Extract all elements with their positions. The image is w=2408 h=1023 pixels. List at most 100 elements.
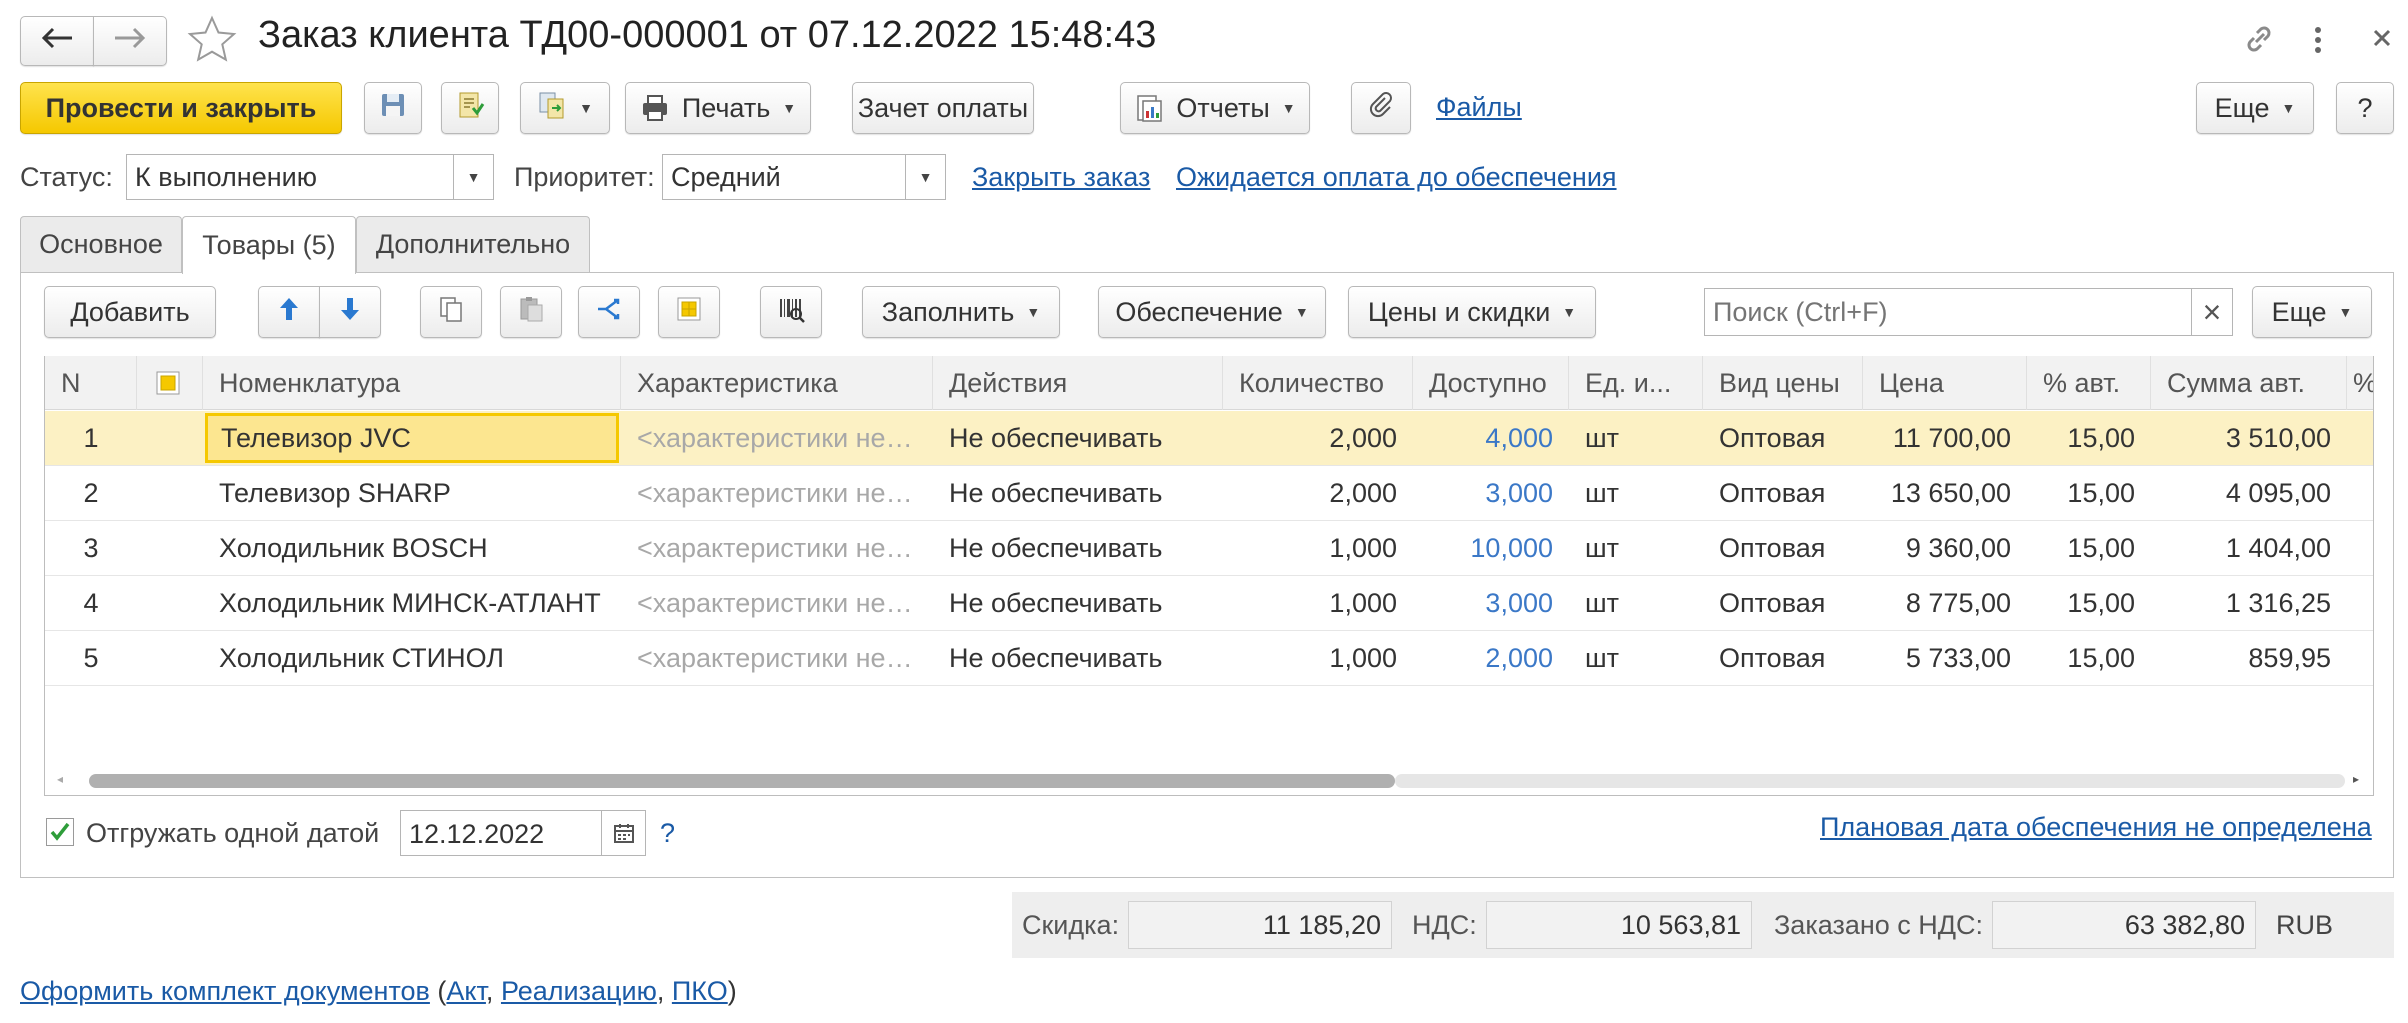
cell-auto-sum[interactable]: 1 316,25 <box>2151 576 2347 630</box>
col-n[interactable]: N <box>45 356 137 410</box>
priority-select[interactable]: Средний ▼ <box>662 154 946 200</box>
prices-discounts-button[interactable]: Цены и скидки ▼ <box>1348 286 1596 338</box>
save-button[interactable] <box>364 82 422 134</box>
cell-quantity[interactable]: 2,000 <box>1223 466 1413 520</box>
cell-characteristic[interactable]: <характеристики не используются> <box>621 466 933 520</box>
cell-available[interactable]: 4,000 <box>1413 411 1569 465</box>
cell-auto-pct[interactable]: 15,00 <box>2027 576 2151 630</box>
payment-offset-button[interactable]: Зачет оплаты <box>852 82 1034 134</box>
cell-icon[interactable] <box>137 411 203 465</box>
scrollbar-thumb[interactable] <box>89 774 1395 788</box>
cell-price-type[interactable]: Оптовая <box>1703 576 1863 630</box>
move-up-button[interactable] <box>258 286 320 338</box>
col-action[interactable]: Действия <box>933 356 1223 410</box>
cell-unit[interactable]: шт <box>1569 576 1703 630</box>
cell-action[interactable]: Не обеспечивать <box>933 466 1223 520</box>
ship-date-field[interactable]: 12.12.2022 <box>400 810 646 856</box>
cell-quantity[interactable]: 1,000 <box>1223 521 1413 575</box>
chevron-down-icon[interactable]: ▼ <box>453 155 493 199</box>
cell-price[interactable]: 8 775,00 <box>1863 576 2027 630</box>
cell-icon[interactable] <box>137 521 203 575</box>
cell-n[interactable]: 1 <box>45 411 137 465</box>
col-characteristic[interactable]: Характеристика <box>621 356 933 410</box>
cell-icon[interactable] <box>137 466 203 520</box>
cell-action[interactable]: Не обеспечивать <box>933 631 1223 685</box>
cell-available[interactable]: 10,000 <box>1413 521 1569 575</box>
goods-more-button[interactable]: Еще ▼ <box>2252 286 2372 338</box>
cell-n[interactable]: 4 <box>45 576 137 630</box>
chevron-down-icon[interactable]: ▼ <box>905 155 945 199</box>
provision-button[interactable]: Обеспечение ▼ <box>1098 286 1326 338</box>
menu-dots-icon[interactable] <box>2308 20 2328 60</box>
cell-characteristic[interactable]: <характеристики не используются> <box>621 521 933 575</box>
table-row[interactable]: 2 Телевизор SHARP<характеристики не испол… <box>45 466 2373 521</box>
cell-price[interactable]: 9 360,00 <box>1863 521 2027 575</box>
tab-main[interactable]: Основное <box>20 216 182 272</box>
cell-price-type[interactable]: Оптовая <box>1703 521 1863 575</box>
col-icon[interactable] <box>137 356 203 410</box>
cell-characteristic[interactable]: <характеристики не используются> <box>621 576 933 630</box>
make-document-set-link[interactable]: Оформить комплект документов <box>20 976 430 1006</box>
post-and-close-button[interactable]: Провести и закрыть <box>20 82 342 134</box>
cell-unit[interactable]: шт <box>1569 521 1703 575</box>
cell-auto-sum[interactable]: 1 404,00 <box>2151 521 2347 575</box>
scroll-left-icon[interactable]: ◂ <box>57 772 63 786</box>
cell-item[interactable]: Телевизор SHARP <box>203 466 621 520</box>
cell-characteristic[interactable]: <характеристики не используются> <box>621 631 933 685</box>
cell-characteristic[interactable]: <характеристики не используются> <box>621 411 933 465</box>
create-based-on-button[interactable]: ▼ <box>520 82 610 134</box>
cell-unit[interactable]: шт <box>1569 411 1703 465</box>
barcode-scan-button[interactable] <box>760 286 822 338</box>
ship-one-date-checkbox[interactable] <box>46 818 74 846</box>
awaiting-payment-link[interactable]: Ожидается оплата до обеспечения <box>1176 162 1617 193</box>
add-button[interactable]: Добавить <box>44 286 216 338</box>
table-row[interactable]: 5 Холодильник СТИНОЛ <характеристики не ис… <box>45 631 2373 686</box>
ship-help-link[interactable]: ? <box>660 818 675 849</box>
cell-item[interactable]: Холодильник МИНСК-АТЛАНТ <box>203 576 621 630</box>
cell-n[interactable]: 5 <box>45 631 137 685</box>
table-row[interactable]: 4 Холодильник МИНСК-АТЛАНТ <характеристики… <box>45 576 2373 631</box>
cell-quantity[interactable]: 1,000 <box>1223 631 1413 685</box>
search-clear-button[interactable]: × <box>2191 288 2233 336</box>
col-price[interactable]: Цена <box>1863 356 2027 410</box>
cell-price-type[interactable]: Оптовая <box>1703 411 1863 465</box>
link-icon[interactable] <box>2240 20 2278 58</box>
cell-price[interactable]: 5 733,00 <box>1863 631 2027 685</box>
close-icon[interactable] <box>2366 22 2398 54</box>
fill-cells-button[interactable] <box>658 286 720 338</box>
cell-price-type[interactable]: Оптовая <box>1703 631 1863 685</box>
back-button[interactable] <box>20 16 94 66</box>
cell-auto-sum[interactable]: 859,95 <box>2151 631 2347 685</box>
cell-available[interactable]: 2,000 <box>1413 631 1569 685</box>
act-link[interactable]: Акт <box>446 976 486 1006</box>
help-button[interactable]: ? <box>2336 82 2394 134</box>
cell-available[interactable]: 3,000 <box>1413 466 1569 520</box>
forward-button[interactable] <box>93 16 167 66</box>
calendar-icon[interactable] <box>601 811 645 855</box>
col-auto-sum[interactable]: Сумма авт. <box>2151 356 2347 410</box>
col-auto-pct[interactable]: % авт. <box>2027 356 2151 410</box>
cell-auto-pct[interactable]: 15,00 <box>2027 631 2151 685</box>
reports-button[interactable]: Отчеты ▼ <box>1120 82 1310 134</box>
move-down-button[interactable] <box>319 286 381 338</box>
cell-auto-pct[interactable]: 15,00 <box>2027 466 2151 520</box>
cell-item[interactable]: Телевизор JVC <box>205 413 619 463</box>
paste-row-button[interactable] <box>500 286 562 338</box>
cell-action[interactable]: Не обеспечивать <box>933 411 1223 465</box>
files-link[interactable]: Файлы <box>1436 92 1522 123</box>
scroll-right-icon[interactable]: ▸ <box>2353 772 2359 786</box>
cell-item[interactable]: Холодильник BOSCH <box>203 521 621 575</box>
search-input[interactable] <box>1704 288 2192 336</box>
col-price-type[interactable]: Вид цены <box>1703 356 1863 410</box>
cell-icon[interactable] <box>137 576 203 630</box>
cell-n[interactable]: 2 <box>45 466 137 520</box>
table-row[interactable]: 1 Телевизор JVC<характеристики не использ… <box>45 411 2373 466</box>
tab-goods[interactable]: Товары (5) <box>182 216 356 274</box>
cell-available[interactable]: 3,000 <box>1413 576 1569 630</box>
status-select[interactable]: К выполнению ▼ <box>126 154 494 200</box>
cell-action[interactable]: Не обеспечивать <box>933 521 1223 575</box>
tab-additional[interactable]: Дополнительно <box>356 216 590 272</box>
close-order-link[interactable]: Закрыть заказ <box>972 162 1150 193</box>
cell-auto-pct[interactable]: 15,00 <box>2027 521 2151 575</box>
pko-link[interactable]: ПКО <box>672 976 728 1006</box>
